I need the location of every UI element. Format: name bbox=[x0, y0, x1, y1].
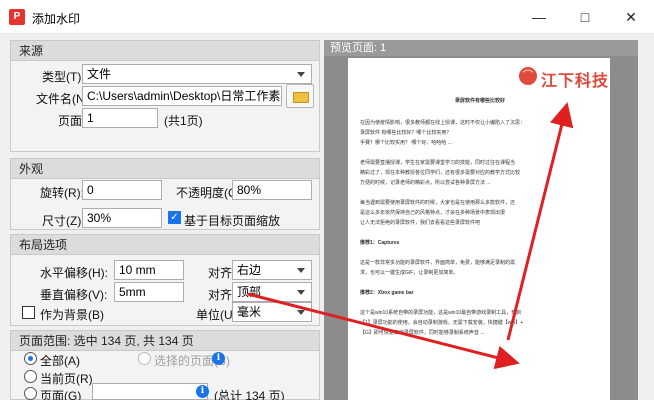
annotation-arrows bbox=[247, 102, 574, 370]
arrow-to-watermark bbox=[506, 102, 574, 341]
arrow-to-doc bbox=[247, 292, 520, 370]
